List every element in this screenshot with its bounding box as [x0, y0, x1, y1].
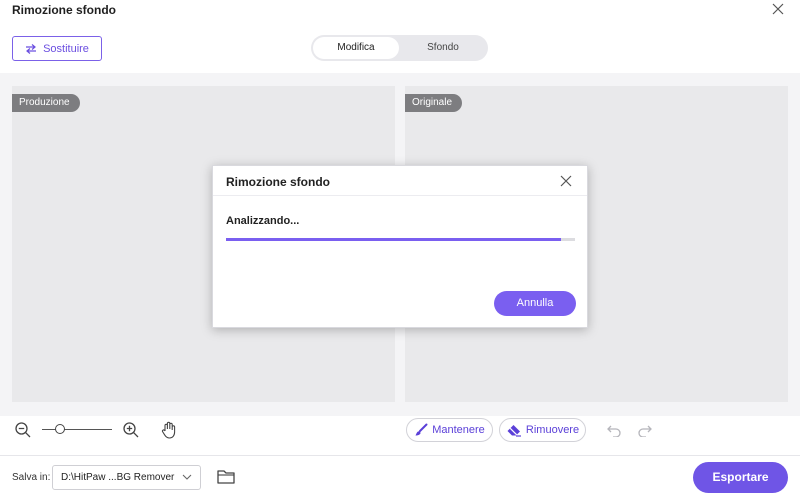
tab-modifica[interactable]: Modifica	[313, 37, 399, 59]
hand-pan-icon[interactable]	[161, 421, 177, 439]
output-panel-label: Produzione	[12, 94, 80, 112]
window-title: Rimozione sfondo	[12, 3, 116, 17]
replace-button[interactable]: Sostituire	[12, 36, 102, 61]
swap-icon	[26, 43, 37, 54]
original-panel-label: Originale	[405, 94, 463, 112]
background-removal-dialog: Rimozione sfondo Analizzando... Annulla	[212, 165, 588, 328]
mode-tabs: Modifica Sfondo	[311, 35, 488, 61]
save-path-value: D:\HitPaw ...BG Remover	[61, 472, 175, 483]
eraser-icon	[507, 424, 521, 437]
cancel-button[interactable]: Annulla	[494, 291, 576, 316]
progress-bar	[226, 238, 575, 241]
replace-button-label: Sostituire	[43, 42, 89, 55]
folder-icon[interactable]	[216, 468, 236, 486]
dialog-divider	[213, 195, 587, 196]
analysis-status: Analizzando...	[226, 215, 300, 227]
close-icon[interactable]	[770, 1, 786, 17]
title-bar: Rimozione sfondo	[0, 0, 800, 22]
keep-button[interactable]: Mantenere	[406, 418, 493, 442]
redo-icon[interactable]	[637, 423, 653, 437]
keep-button-label: Mantenere	[432, 424, 485, 436]
zoom-out-icon[interactable]	[14, 421, 32, 439]
undo-icon[interactable]	[606, 423, 622, 437]
tool-row	[0, 416, 800, 456]
export-button[interactable]: Esportare	[693, 462, 788, 493]
zoom-slider-handle[interactable]	[54, 424, 65, 434]
zoom-slider[interactable]	[42, 424, 112, 434]
progress-bar-fill	[226, 238, 562, 241]
brush-icon	[415, 423, 428, 436]
zoom-in-icon[interactable]	[122, 421, 140, 439]
tab-sfondo[interactable]: Sfondo	[403, 35, 483, 61]
remove-button-label: Rimuovere	[525, 424, 580, 436]
save-path-dropdown[interactable]: D:\HitPaw ...BG Remover	[52, 465, 201, 490]
dialog-close-icon[interactable]	[559, 174, 573, 188]
footer-divider	[0, 455, 800, 456]
save-location-label: Salva in:	[12, 472, 51, 483]
zoom-slider-track	[42, 429, 112, 430]
chevron-down-icon	[182, 474, 192, 480]
dialog-title: Rimozione sfondo	[226, 175, 330, 189]
remove-button[interactable]: Rimuovere	[499, 418, 586, 442]
